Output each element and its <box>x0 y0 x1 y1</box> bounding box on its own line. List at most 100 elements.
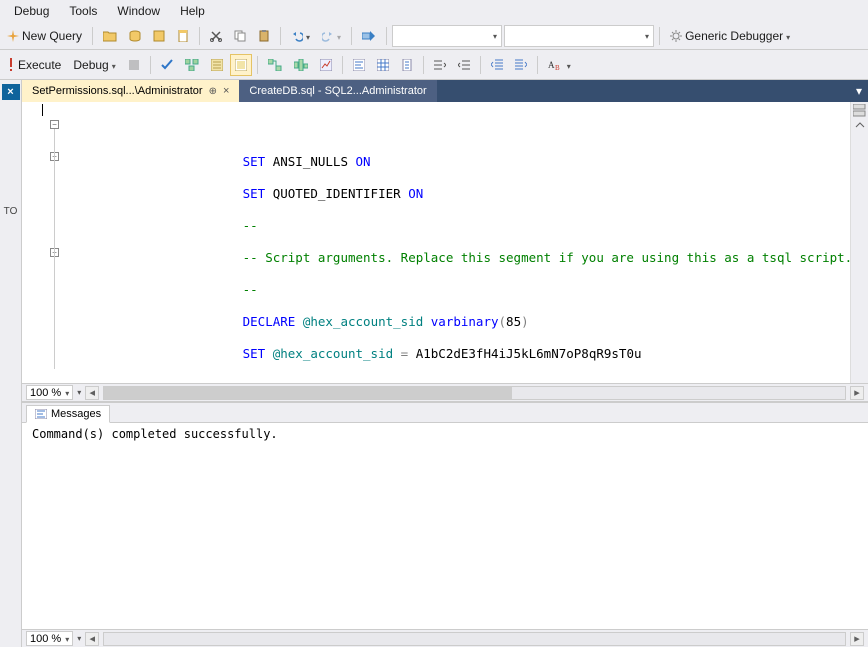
pin-icon[interactable]: ⊕ <box>209 86 217 97</box>
scroll-up-icon[interactable] <box>855 120 865 130</box>
increase-indent-button[interactable] <box>510 54 532 76</box>
doc-icon <box>177 30 189 42</box>
cancel-query-button[interactable] <box>123 54 145 76</box>
separator <box>280 27 281 45</box>
file-icon <box>401 59 413 71</box>
fold-toggle[interactable]: − <box>50 120 59 129</box>
exclaim-icon <box>7 58 15 72</box>
menu-help[interactable]: Help <box>170 2 215 20</box>
solution-platform-dropdown[interactable] <box>504 25 654 47</box>
client-stats-button[interactable] <box>315 54 337 76</box>
execute-button[interactable]: Execute <box>2 54 66 76</box>
specify-values-button[interactable]: AB <box>543 54 576 76</box>
solution-config-dropdown[interactable] <box>392 25 502 47</box>
gear-icon <box>670 30 682 42</box>
menu-tools[interactable]: Tools <box>59 2 107 20</box>
separator <box>92 27 93 45</box>
clipboard-icon <box>258 30 270 42</box>
chevron-down-icon <box>645 30 649 42</box>
intellisense-button[interactable] <box>230 54 252 76</box>
copy-button[interactable] <box>229 25 251 47</box>
horizontal-scrollbar[interactable] <box>103 632 846 646</box>
editor-pane: − − − SET ANSI_NULLS ON SET QUOTED_IDENT… <box>22 102 868 647</box>
chevron-down-icon <box>77 388 81 397</box>
separator <box>351 27 352 45</box>
undo-button[interactable] <box>286 25 315 47</box>
text-icon <box>353 59 365 71</box>
tab-overflow-button[interactable]: ▾ <box>850 80 868 102</box>
debugger-label: Generic Debugger <box>685 29 783 43</box>
scroll-right-button[interactable]: ▸ <box>850 632 864 646</box>
close-icon[interactable]: × <box>223 85 229 97</box>
debugger-dropdown[interactable]: Generic Debugger <box>665 25 795 47</box>
redo-button[interactable] <box>317 25 346 47</box>
main-area: × TO SetPermissions.sql...\Administrator… <box>0 80 868 647</box>
scroll-left-button[interactable]: ◂ <box>85 632 99 646</box>
svg-text:B: B <box>555 64 560 71</box>
undo-icon <box>291 30 303 42</box>
uncomment-button[interactable] <box>453 54 475 76</box>
toolbar-sql-editor: Execute Debug AB <box>0 50 868 80</box>
scroll-left-button[interactable]: ◂ <box>85 386 99 400</box>
left-dock: × TO <box>0 80 22 647</box>
code-editor[interactable]: − − − SET ANSI_NULLS ON SET QUOTED_IDENT… <box>22 102 868 383</box>
messages-tab-label: Messages <box>51 408 101 420</box>
zoom-dropdown[interactable]: 100 % <box>26 385 73 400</box>
stats-icon <box>320 59 332 71</box>
paste-button[interactable] <box>253 25 275 47</box>
indent1-icon <box>434 59 446 71</box>
cut-button[interactable] <box>205 25 227 47</box>
parse-button[interactable] <box>156 54 178 76</box>
menu-window[interactable]: Window <box>107 2 170 20</box>
separator <box>423 56 424 74</box>
scroll-right-button[interactable]: ▸ <box>850 386 864 400</box>
query-options-button[interactable] <box>206 54 228 76</box>
outdent-icon <box>491 59 503 71</box>
split-icon[interactable] <box>853 104 867 118</box>
menu-debug[interactable]: Debug <box>4 2 59 20</box>
messages-tab[interactable]: Messages <box>26 405 110 423</box>
separator <box>257 56 258 74</box>
zoom-value: 100 % <box>30 633 61 645</box>
copy-icon <box>234 30 246 42</box>
messages-body[interactable]: Command(s) completed successfully. <box>22 423 868 629</box>
chevron-down-icon <box>112 58 116 72</box>
debug-button[interactable]: Debug <box>68 54 120 76</box>
open-file-button[interactable] <box>98 25 122 47</box>
chevron-down-icon <box>65 387 69 399</box>
tab-setpermissions[interactable]: SetPermissions.sql...\Administrator ⊕ × <box>22 80 239 102</box>
tab-label: SetPermissions.sql...\Administrator <box>32 85 203 97</box>
zoom-dropdown[interactable]: 100 % <box>26 631 73 646</box>
db-icon <box>129 30 141 42</box>
results-text-button[interactable] <box>348 54 370 76</box>
xmla-query-button[interactable] <box>172 25 194 47</box>
close-panel-button[interactable]: × <box>2 84 20 100</box>
check-icon <box>161 59 173 71</box>
menu-bar: Debug Tools Window Help <box>0 0 868 22</box>
plan2-icon <box>268 59 282 71</box>
navigate-button[interactable] <box>357 25 381 47</box>
editor-right-margin <box>850 102 868 383</box>
editor-statusbar: 100 % ◂ ▸ <box>22 383 868 401</box>
actual-plan-button[interactable] <box>263 54 287 76</box>
live-stats-button[interactable] <box>289 54 313 76</box>
new-query-button[interactable]: New Query <box>2 25 87 47</box>
comment-button[interactable] <box>429 54 451 76</box>
mdx-query-button[interactable] <box>148 25 170 47</box>
decrease-indent-button[interactable] <box>486 54 508 76</box>
results-file-button[interactable] <box>396 54 418 76</box>
db-engine-query-button[interactable] <box>124 25 146 47</box>
left-dock-label: TO <box>4 206 18 217</box>
chevron-down-icon <box>306 29 310 43</box>
scissors-icon <box>210 30 222 42</box>
code-body[interactable]: SET ANSI_NULLS ON SET QUOTED_IDENTIFIER … <box>62 102 850 383</box>
separator <box>150 56 151 74</box>
separator <box>199 27 200 45</box>
estimated-plan-button[interactable] <box>180 54 204 76</box>
scrollbar-thumb[interactable] <box>104 387 511 399</box>
separator <box>342 56 343 74</box>
results-grid-button[interactable] <box>372 54 394 76</box>
tab-createdb[interactable]: CreateDB.sql - SQL2...Administrator <box>239 80 436 102</box>
horizontal-scrollbar[interactable] <box>103 386 846 400</box>
tab-label: CreateDB.sql - SQL2...Administrator <box>249 85 426 97</box>
